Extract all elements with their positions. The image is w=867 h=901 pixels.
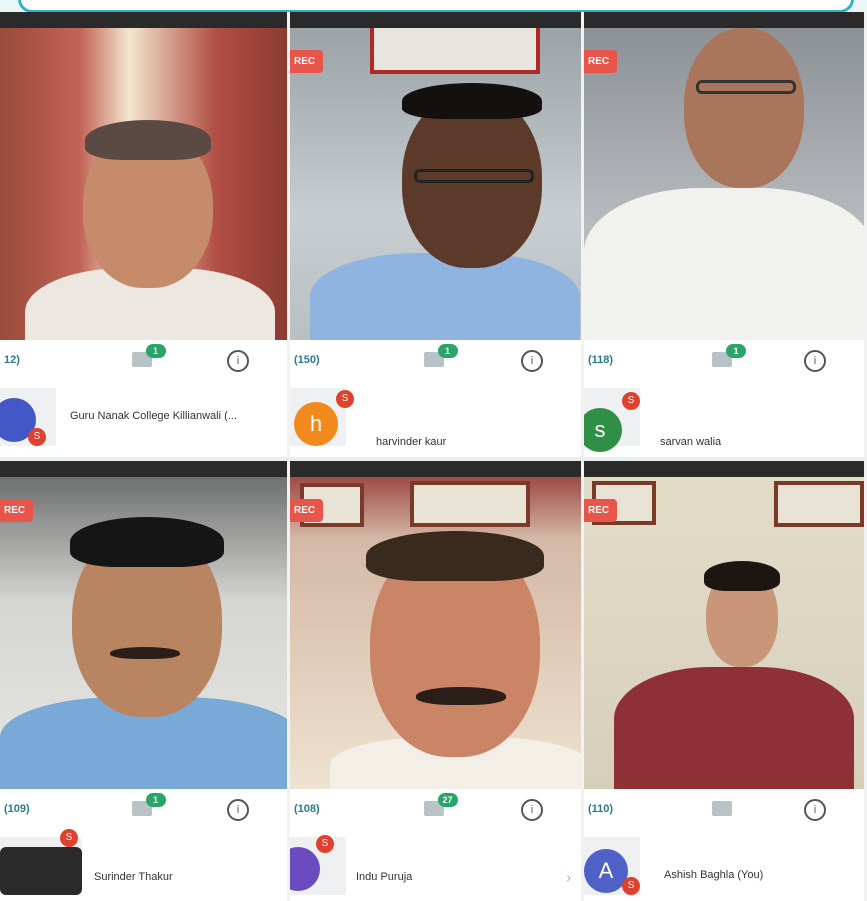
participant-name: Ashish Baghla (You) — [664, 869, 764, 881]
wall-frame — [370, 28, 540, 74]
avatar-badge: S — [28, 428, 46, 446]
avatar: S — [0, 829, 82, 895]
info-icon[interactable]: i — [804, 799, 826, 821]
avatar-badge: S — [622, 877, 640, 895]
avatar: S — [290, 835, 346, 895]
rec-indicator: REC — [290, 50, 324, 73]
chat-badge: 1 — [726, 344, 746, 358]
participants-count[interactable]: (110) — [588, 803, 613, 815]
meeting-toolbar: (150) 1 i — [290, 340, 581, 384]
video-feed[interactable]: REC — [584, 28, 864, 340]
participant-tile-5[interactable]: REC (108) 27 i S Indu Puruja › — [290, 461, 584, 901]
participants-count[interactable]: (108) — [294, 803, 320, 815]
participants-count[interactable]: (109) — [4, 803, 30, 815]
participant-row[interactable]: A S Ashish Baghla (You) — [584, 833, 864, 901]
meeting-toolbar: (110) i — [584, 789, 864, 833]
video-feed[interactable]: REC — [290, 28, 581, 340]
participants-count[interactable]: (150) — [294, 354, 320, 366]
status-bar — [0, 461, 287, 477]
participant-video-person — [614, 561, 854, 789]
video-feed[interactable]: REC — [584, 477, 864, 789]
video-feed[interactable] — [0, 28, 287, 340]
chat-icon[interactable] — [712, 801, 732, 816]
rec-indicator: REC — [584, 499, 618, 522]
participant-row[interactable]: S Surinder Thakur — [0, 829, 287, 901]
participant-row[interactable]: S Indu Puruja › — [290, 833, 581, 901]
video-feed[interactable]: REC — [290, 477, 581, 789]
participant-name: sarvan walia — [660, 436, 722, 448]
participant-name: Surinder Thakur — [94, 871, 173, 883]
info-icon[interactable]: i — [227, 350, 249, 372]
chat-icon[interactable]: 1 — [131, 793, 166, 816]
info-icon[interactable]: i — [804, 350, 826, 372]
meeting-toolbar: (109) 1 i — [0, 789, 287, 833]
avatar-badge: S — [316, 835, 334, 853]
chat-badge: 1 — [437, 344, 458, 358]
participant-name: Indu Puruja — [356, 871, 413, 883]
avatar: s S — [584, 388, 640, 452]
chat-badge: 27 — [437, 793, 458, 807]
avatar-circle: s — [584, 408, 622, 452]
participant-video-person — [25, 108, 275, 340]
status-bar — [290, 461, 581, 477]
chevron-right-icon[interactable]: › — [566, 869, 571, 885]
participant-video-person — [330, 531, 581, 789]
chat-icon[interactable]: 1 — [423, 344, 458, 367]
avatar: A S — [584, 837, 640, 895]
participant-row[interactable]: s S sarvan walia — [584, 384, 864, 457]
info-icon[interactable]: i — [521, 350, 543, 372]
participant-tile-1[interactable]: 12) 1 i S Guru Nanak College Killianwali… — [0, 12, 290, 457]
wall-frame — [410, 481, 530, 527]
avatar: h S — [290, 388, 354, 446]
chat-icon[interactable]: 1 — [712, 344, 746, 367]
avatar: S — [0, 388, 56, 446]
participant-name: Guru Nanak College Killianwali (... — [70, 410, 237, 422]
video-feed[interactable]: REC — [0, 477, 287, 789]
info-icon[interactable]: i — [227, 799, 249, 821]
avatar-circle — [0, 847, 82, 895]
participant-video-person — [584, 28, 864, 340]
chat-icon[interactable]: 27 — [423, 793, 458, 816]
participant-tile-4[interactable]: REC (109) 1 i S Surinder Thakur — [0, 461, 290, 901]
avatar-circle — [290, 847, 320, 891]
participant-tile-6[interactable]: REC (110) i A S Ashish Baghla (You) — [584, 461, 867, 901]
participant-video-person — [310, 83, 580, 340]
participant-tile-3[interactable]: REC (118) 1 i s S sarvan walia — [584, 12, 867, 457]
participant-name: harvinder kaur — [376, 436, 447, 448]
participant-row[interactable]: h S harvinder kaur — [290, 384, 581, 457]
participants-count[interactable]: 12) — [4, 354, 20, 366]
participant-grid: 12) 1 i S Guru Nanak College Killianwali… — [0, 12, 867, 901]
participants-count[interactable]: (118) — [588, 354, 613, 366]
meeting-toolbar: 12) 1 i — [0, 340, 287, 384]
info-icon[interactable]: i — [521, 799, 543, 821]
participant-video-person — [0, 507, 287, 789]
chat-icon[interactable]: 1 — [131, 344, 166, 367]
meeting-toolbar: (108) 27 i — [290, 789, 581, 833]
status-bar — [584, 12, 864, 28]
chat-badge: 1 — [145, 344, 166, 358]
participant-tile-2[interactable]: REC (150) 1 i h S harvinder kaur — [290, 12, 584, 457]
wall-frame — [774, 481, 864, 527]
avatar-badge: S — [60, 829, 78, 847]
avatar-circle: h — [294, 402, 338, 446]
rec-indicator: REC — [290, 499, 324, 522]
avatar-badge: S — [336, 390, 354, 408]
chat-badge: 1 — [145, 793, 166, 807]
avatar-badge: S — [622, 392, 640, 410]
status-bar — [290, 12, 581, 28]
status-bar — [0, 12, 287, 28]
status-bar — [584, 461, 864, 477]
meeting-toolbar: (118) 1 i — [584, 340, 864, 384]
participant-row[interactable]: S Guru Nanak College Killianwali (... — [0, 384, 287, 457]
